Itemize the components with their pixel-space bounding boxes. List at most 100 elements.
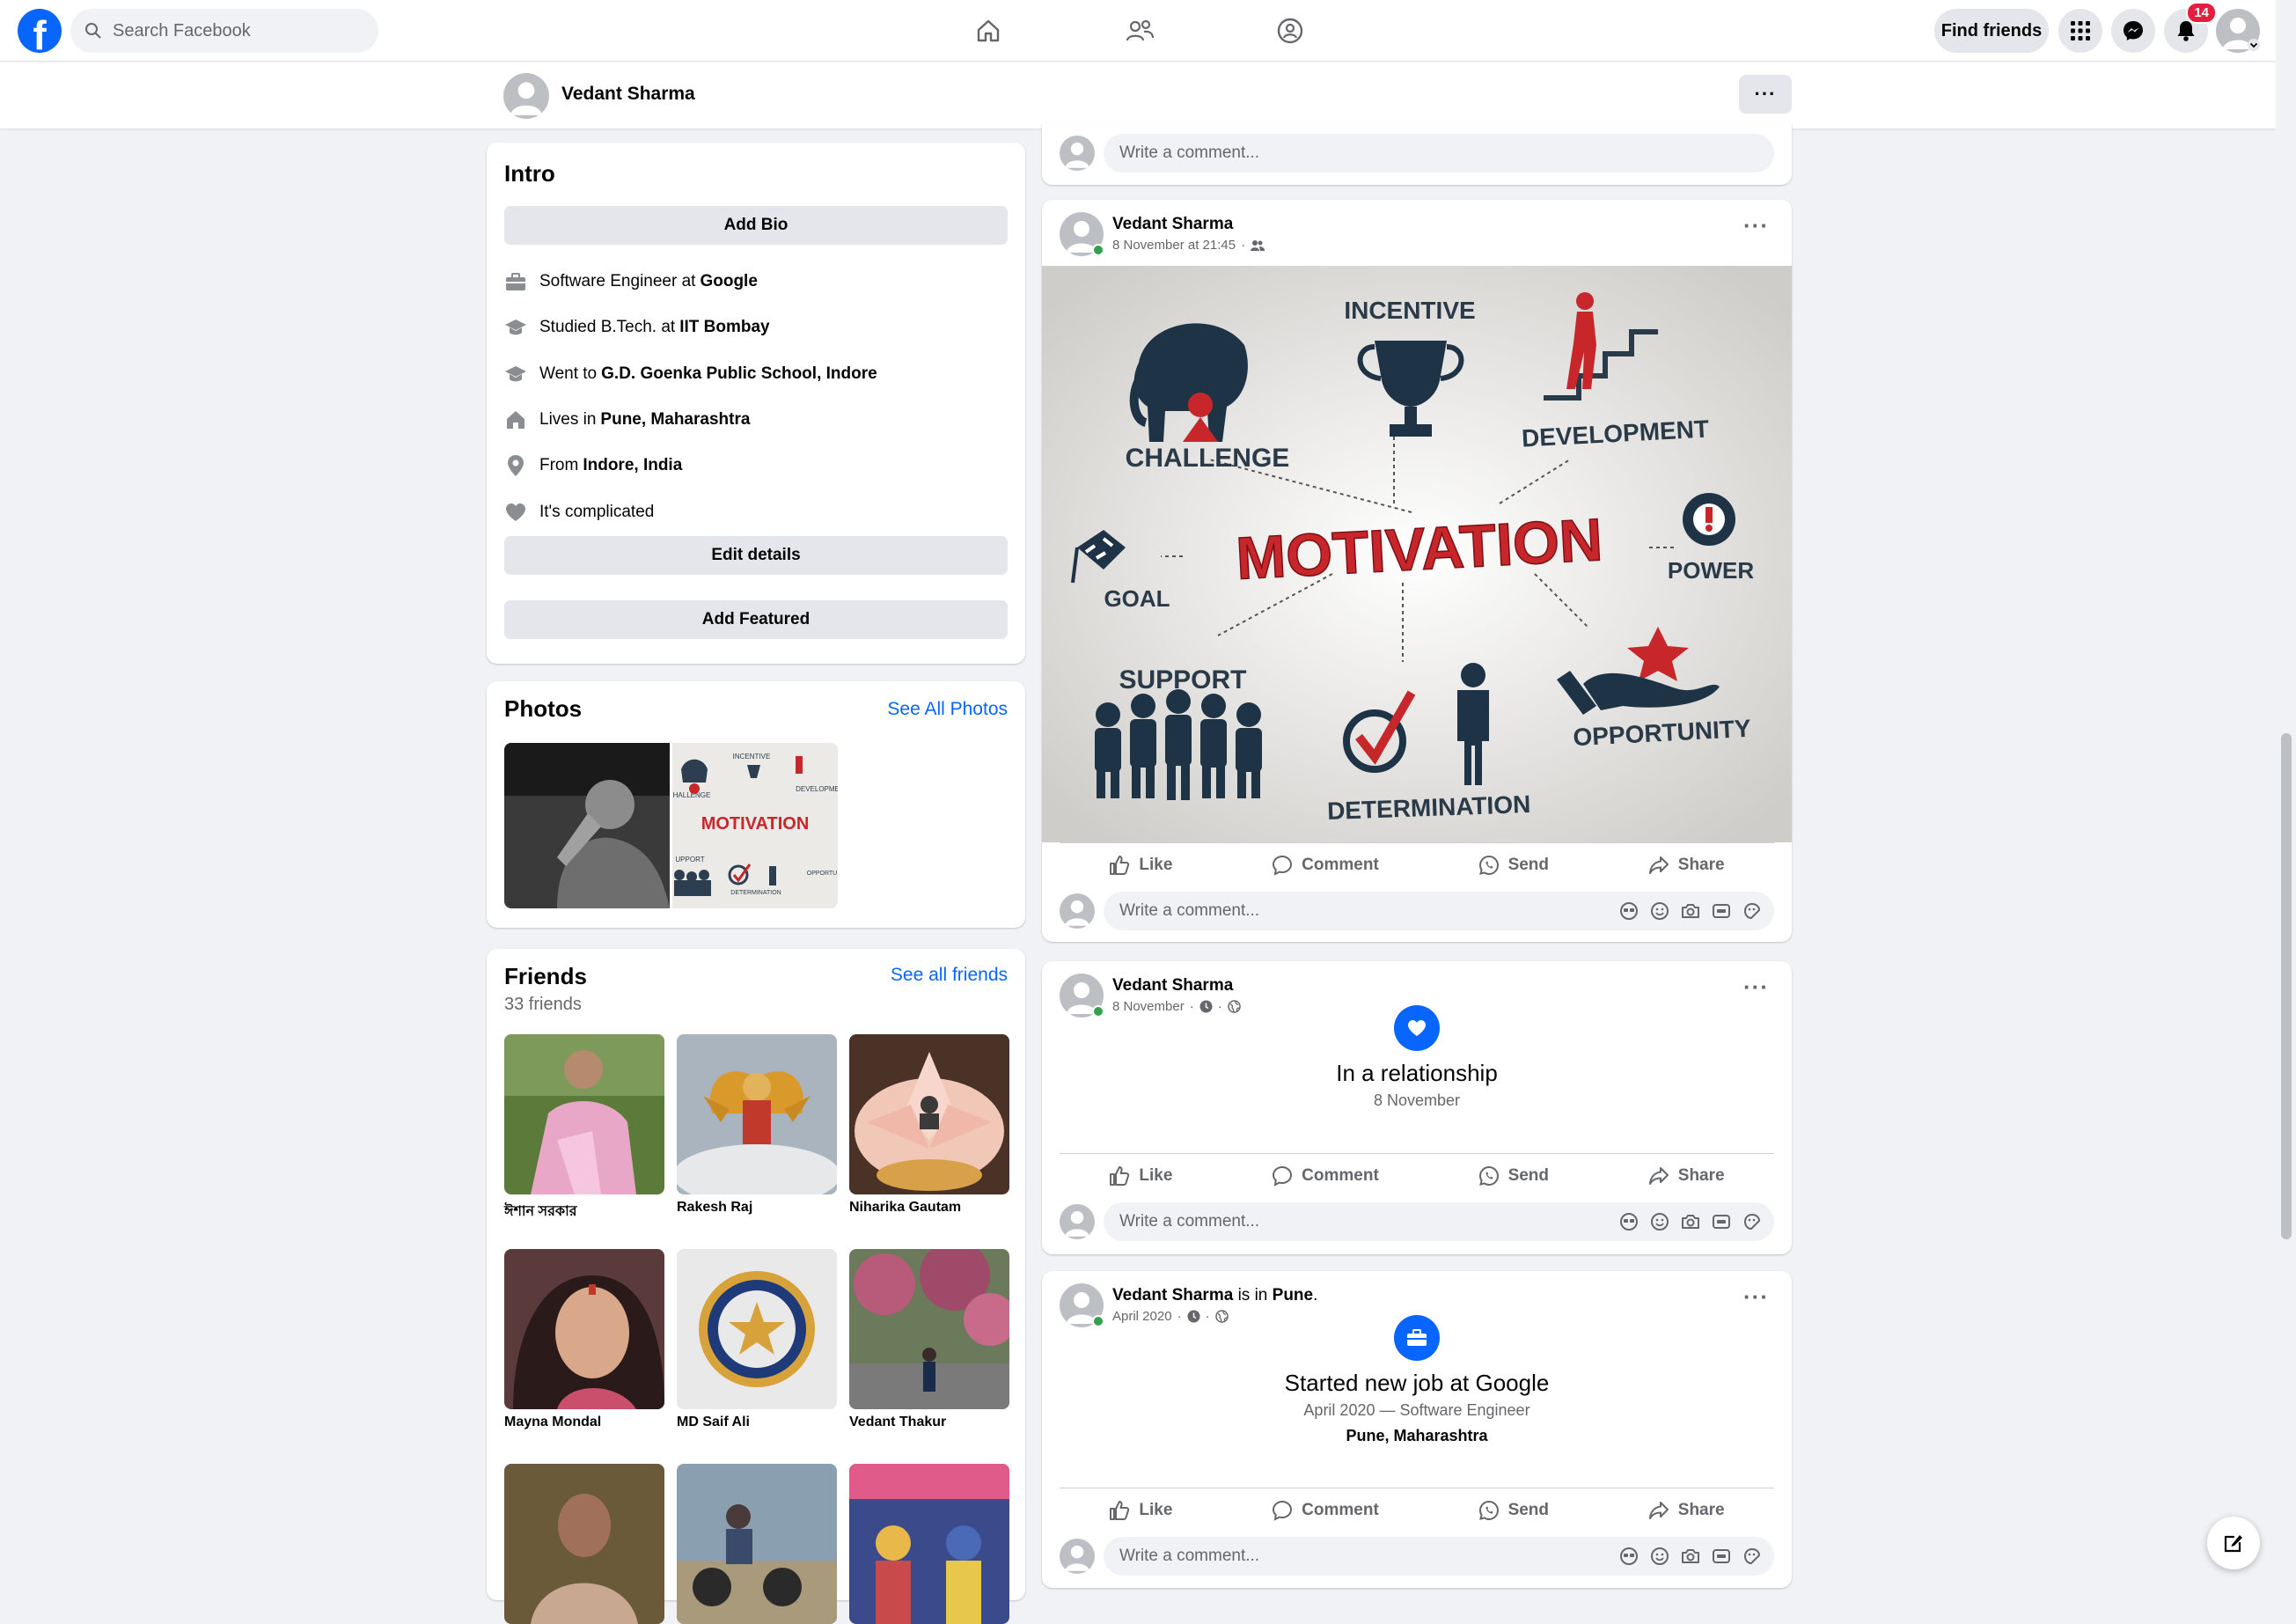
account-chevron-down-icon[interactable]	[2248, 39, 2260, 51]
comment-box[interactable]	[1104, 892, 1774, 930]
globe-icon[interactable]	[1214, 1310, 1229, 1323]
groups-tab[interactable]	[1264, 9, 1317, 53]
friend-name[interactable]: Rakesh Raj	[677, 1200, 837, 1216]
comment-button[interactable]: Comment	[1272, 855, 1379, 876]
post-timestamp[interactable]: 8 November at 21:45	[1112, 238, 1236, 253]
share-button[interactable]: Share	[1648, 1165, 1725, 1187]
like-button[interactable]: Like	[1109, 855, 1172, 876]
friend-photo[interactable]	[504, 1249, 664, 1409]
camera-icon[interactable]	[1681, 1212, 1700, 1231]
friend-item[interactable]: Vedant Thakur	[849, 1249, 1009, 1430]
friends-tab[interactable]	[1113, 9, 1166, 53]
send-button[interactable]: Send	[1478, 1500, 1549, 1521]
friend-photo[interactable]	[677, 1249, 837, 1409]
send-button[interactable]: Send	[1478, 855, 1549, 876]
home-tab[interactable]	[962, 9, 1015, 53]
post-timestamp[interactable]: April 2020	[1112, 1309, 1172, 1324]
avatar-sticker-icon[interactable]	[1619, 1547, 1639, 1566]
search-box[interactable]	[70, 9, 378, 53]
friend-photo[interactable]	[504, 1464, 664, 1624]
friend-name[interactable]: ঈশান সরকার	[504, 1200, 664, 1224]
messenger-button[interactable]	[2111, 9, 2155, 53]
share-button[interactable]: Share	[1648, 1500, 1725, 1521]
sticker-icon[interactable]	[1742, 901, 1762, 921]
add-bio-button[interactable]: Add Bio	[504, 206, 1008, 245]
sticker-icon[interactable]	[1742, 1547, 1762, 1566]
share-button[interactable]: Share	[1648, 855, 1725, 876]
checkin-place[interactable]: Pune	[1273, 1286, 1313, 1304]
edit-details-button[interactable]: Edit details	[504, 536, 1008, 575]
friends-audience-icon[interactable]	[1251, 239, 1265, 252]
emoji-icon[interactable]	[1650, 901, 1669, 921]
profile-more-button[interactable]: ···	[1739, 75, 1792, 114]
post-options-button[interactable]: ···	[1743, 974, 1769, 1001]
facebook-logo[interactable]: f	[18, 9, 62, 55]
sticker-icon[interactable]	[1742, 1212, 1762, 1231]
friend-name[interactable]: Vedant Thakur	[849, 1415, 1009, 1430]
search-input[interactable]	[111, 19, 357, 42]
comment-box[interactable]	[1104, 1537, 1774, 1576]
comment-button[interactable]: Comment	[1272, 1165, 1379, 1187]
friend-photo[interactable]	[849, 1464, 1009, 1624]
commenter-avatar[interactable]	[1060, 1539, 1095, 1574]
notifications-button[interactable]: 14	[2164, 2, 2217, 53]
friend-item[interactable]: Mayna Mondal	[504, 1249, 664, 1430]
comment-input[interactable]	[1118, 1211, 1558, 1232]
post-author-name[interactable]: Vedant Sharma	[1112, 1286, 1233, 1304]
profile-name[interactable]: Vedant Sharma	[561, 84, 695, 105]
friend-name[interactable]: Mayna Mondal	[504, 1415, 664, 1430]
friend-item[interactable]	[849, 1464, 1009, 1624]
photo-thumbnail-motivation[interactable]: MOTIVATION INCENTIVE HALLENGE DEVELOPME …	[672, 743, 838, 908]
friend-item[interactable]: Niharika Gautam	[849, 1034, 1009, 1216]
globe-icon[interactable]	[1227, 1000, 1241, 1013]
camera-icon[interactable]	[1681, 1547, 1700, 1566]
add-featured-button[interactable]: Add Featured	[504, 600, 1008, 639]
friend-item[interactable]: Rakesh Raj	[677, 1034, 837, 1216]
friend-item[interactable]: MD Saif Ali	[677, 1249, 837, 1430]
friend-name[interactable]: Niharika Gautam	[849, 1200, 1009, 1216]
emoji-icon[interactable]	[1650, 1212, 1669, 1231]
profile-avatar[interactable]	[503, 73, 549, 119]
comment-input[interactable]	[1118, 1546, 1558, 1567]
gif-icon[interactable]	[1712, 901, 1731, 921]
post-options-button[interactable]: ···	[1743, 1283, 1769, 1311]
camera-icon[interactable]	[1681, 901, 1700, 921]
commenter-avatar[interactable]	[1060, 1204, 1095, 1239]
menu-button[interactable]	[2058, 9, 2102, 53]
scrollbar-thumb[interactable]	[2281, 733, 2292, 1239]
life-event-location[interactable]: Pune, Maharashtra	[1042, 1427, 1792, 1445]
friend-item[interactable]	[504, 1464, 664, 1624]
friend-photo[interactable]	[504, 1034, 664, 1194]
send-button[interactable]: Send	[1478, 1165, 1549, 1187]
comment-box[interactable]	[1104, 134, 1774, 173]
avatar-sticker-icon[interactable]	[1619, 901, 1639, 921]
see-all-friends-link[interactable]: See all friends	[891, 965, 1008, 986]
find-friends-button[interactable]: Find friends	[1934, 9, 2049, 53]
new-message-button[interactable]	[2207, 1517, 2260, 1569]
post-options-button[interactable]: ···	[1743, 212, 1769, 239]
commenter-avatar[interactable]	[1060, 893, 1095, 929]
post-author-name[interactable]: Vedant Sharma	[1112, 215, 1233, 234]
like-button[interactable]: Like	[1109, 1500, 1172, 1521]
see-all-photos-link[interactable]: See All Photos	[887, 699, 1008, 720]
commenter-avatar[interactable]	[1060, 136, 1095, 171]
post-image-motivation[interactable]: CHALLENGE INCENTIVE DEVELOPMENT MOTIVATI…	[1042, 266, 1792, 842]
comment-button[interactable]: Comment	[1272, 1500, 1379, 1521]
gif-icon[interactable]	[1712, 1212, 1731, 1231]
emoji-icon[interactable]	[1650, 1547, 1669, 1566]
gif-icon[interactable]	[1712, 1547, 1731, 1566]
friend-photo[interactable]	[849, 1249, 1009, 1409]
post-timestamp[interactable]: 8 November	[1112, 999, 1185, 1014]
avatar-sticker-icon[interactable]	[1619, 1212, 1639, 1231]
comment-input[interactable]	[1118, 900, 1558, 922]
friend-photo[interactable]	[677, 1034, 837, 1194]
photo-thumbnail-portrait[interactable]	[504, 743, 670, 908]
friend-item[interactable]	[677, 1464, 837, 1624]
friend-photo[interactable]	[849, 1034, 1009, 1194]
comment-box[interactable]	[1104, 1202, 1774, 1241]
comment-input[interactable]	[1118, 143, 1558, 164]
friend-name[interactable]: MD Saif Ali	[677, 1415, 837, 1430]
like-button[interactable]: Like	[1109, 1165, 1172, 1187]
friend-photo[interactable]	[677, 1464, 837, 1624]
post-author-name[interactable]: Vedant Sharma	[1112, 976, 1233, 996]
